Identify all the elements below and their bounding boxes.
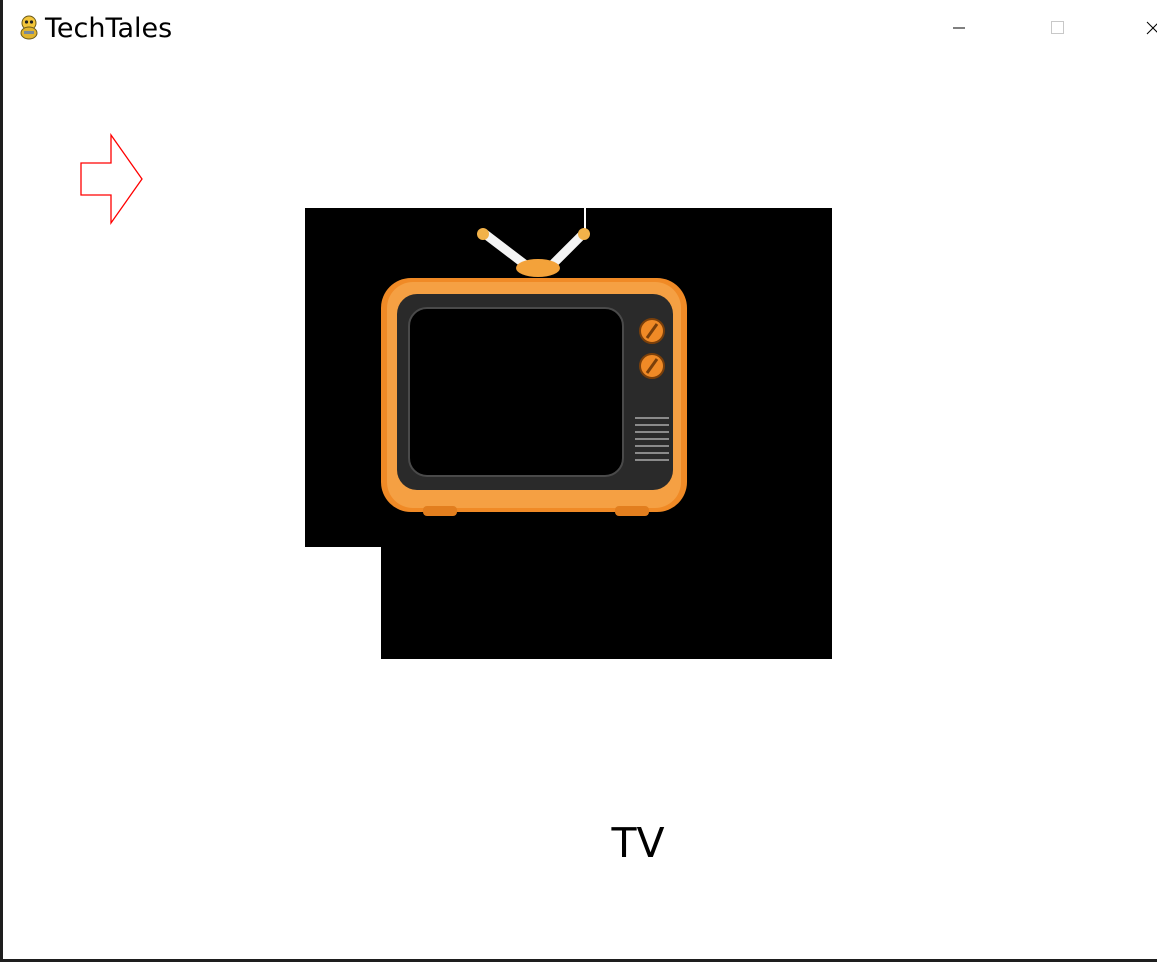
television-image <box>305 208 832 659</box>
maximize-button[interactable] <box>1037 10 1077 46</box>
minimize-button[interactable] <box>939 10 979 46</box>
right-arrow-icon[interactable] <box>79 133 145 227</box>
pygame-snake-icon <box>20 15 38 40</box>
item-label: TV <box>611 819 665 867</box>
close-icon <box>1146 21 1157 35</box>
app-window: TechTales TV <box>0 0 1157 962</box>
close-button[interactable] <box>1135 10 1157 46</box>
window-title: TechTales <box>45 13 173 44</box>
title-bar[interactable]: TechTales <box>3 0 1157 58</box>
minimize-icon <box>953 27 965 29</box>
maximize-icon <box>1051 21 1064 34</box>
